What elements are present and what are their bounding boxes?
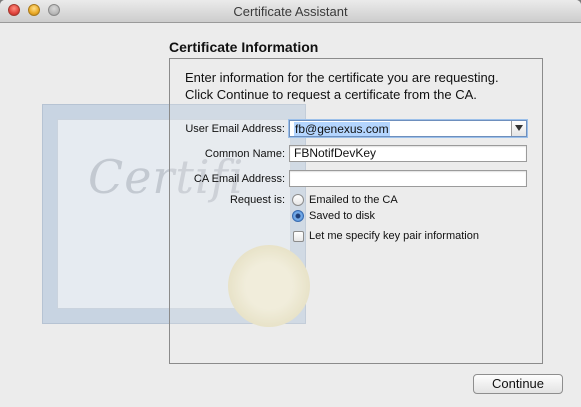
key-pair-checkbox-label[interactable]: Let me specify key pair information — [309, 230, 479, 242]
radio-saved-to-disk[interactable] — [292, 210, 304, 222]
intro-text: Enter information for the certificate yo… — [185, 69, 535, 103]
key-pair-checkbox[interactable] — [293, 231, 304, 242]
certificate-assistant-window: Certificate Assistant Certifi Certificat… — [0, 0, 581, 407]
radio-saved-to-disk-label[interactable]: Saved to disk — [309, 210, 375, 222]
radio-emailed-to-ca-label[interactable]: Emailed to the CA — [309, 194, 398, 206]
continue-button[interactable]: Continue — [473, 374, 563, 394]
intro-line-2: Click Continue to request a certificate … — [185, 87, 477, 102]
radio-emailed-to-ca[interactable] — [292, 194, 304, 206]
user-email-label: User Email Address: — [185, 123, 285, 135]
section-title: Certificate Information — [169, 39, 319, 55]
title-bar: Certificate Assistant — [0, 0, 581, 23]
intro-line-1: Enter information for the certificate yo… — [185, 70, 499, 85]
common-name-label: Common Name: — [204, 148, 285, 160]
ca-email-label: CA Email Address: — [193, 173, 285, 185]
user-email-value[interactable]: fb@genexus.com — [294, 122, 390, 136]
request-is-label: Request is: — [229, 194, 285, 206]
ca-email-field[interactable] — [289, 170, 527, 187]
common-name-field[interactable]: FBNotifDevKey — [289, 145, 527, 162]
window-title: Certificate Assistant — [233, 4, 348, 19]
user-email-dropdown-button[interactable] — [511, 121, 526, 136]
chevron-down-icon — [515, 125, 523, 131]
user-email-combobox[interactable]: fb@genexus.com — [289, 120, 527, 137]
